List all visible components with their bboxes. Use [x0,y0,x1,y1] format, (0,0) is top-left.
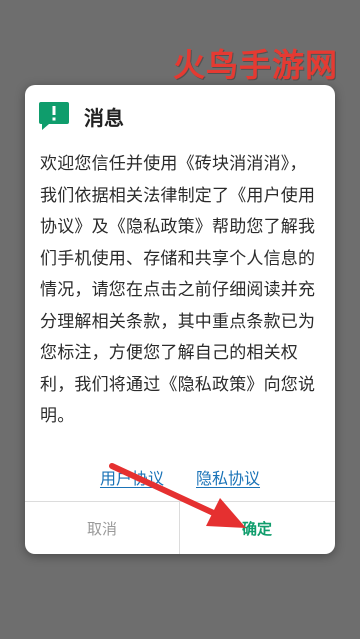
privacy-agreement-link[interactable]: 隐私协议 [196,465,260,489]
confirm-button[interactable]: 确定 [180,502,334,554]
site-watermark: 火鸟手游网 [172,46,338,84]
consent-dialog: 消息 欢迎您信任并使用《砖块消消消》，我们依据相关法律制定了《用户使用协议》及《… [25,85,335,554]
message-alert-icon [39,102,69,130]
dialog-body-text: 欢迎您信任并使用《砖块消消消》，我们依据相关法律制定了《用户使用协议》及《隐私政… [40,154,316,426]
cancel-button[interactable]: 取消 [25,502,179,554]
user-agreement-link[interactable]: 用户协议 [100,465,164,489]
dialog-header: 消息 [38,99,124,133]
agreement-links: 用户协议 隐私协议 [25,465,335,489]
dialog-title: 消息 [84,105,124,130]
